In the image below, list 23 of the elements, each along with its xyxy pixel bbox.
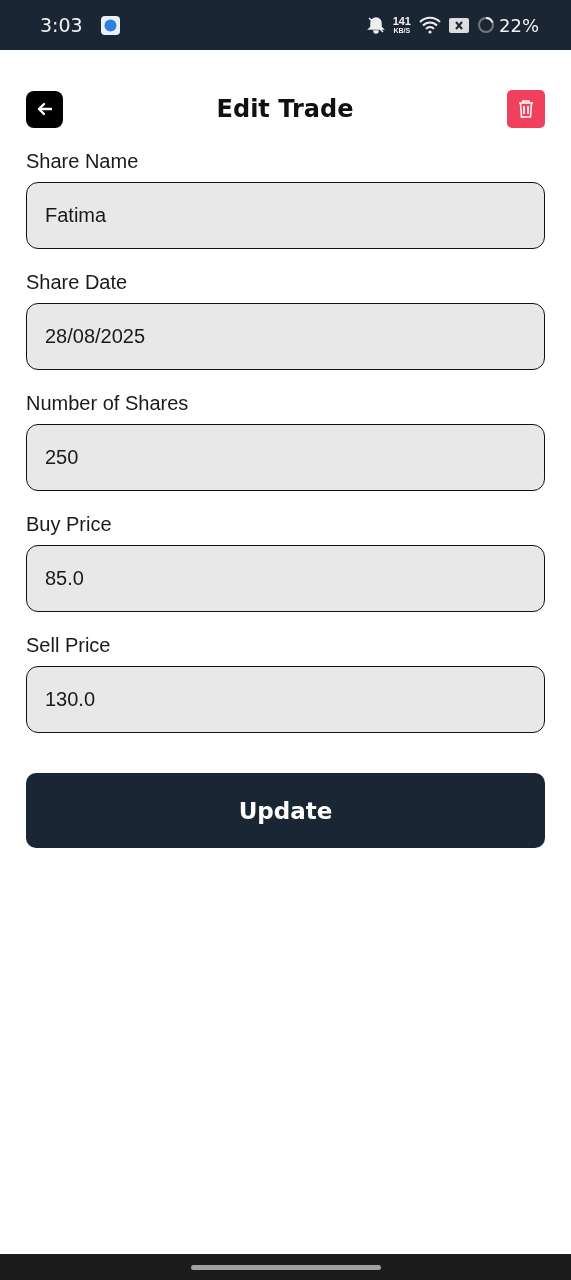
update-button[interactable]: Update bbox=[26, 773, 545, 848]
input-field[interactable]: 85.0 bbox=[26, 545, 545, 612]
back-button[interactable] bbox=[26, 90, 63, 128]
bell-off-icon bbox=[366, 16, 385, 34]
input-field[interactable]: 130.0 bbox=[26, 666, 545, 733]
app-icon bbox=[100, 15, 120, 35]
status-time: 3:03 bbox=[40, 14, 83, 36]
field-label: Sell Price bbox=[26, 634, 112, 657]
network-speed: 141 bbox=[392, 16, 411, 27]
field-label: Buy Price bbox=[26, 513, 113, 536]
home-indicator[interactable] bbox=[190, 1264, 381, 1270]
field-label: Share Name bbox=[26, 150, 140, 173]
input-field[interactable]: 28/08/2025 bbox=[26, 303, 545, 370]
battery-percent: 22% bbox=[499, 14, 539, 36]
page-title: Edit Trade bbox=[216, 95, 354, 123]
trash-icon bbox=[517, 99, 535, 119]
input-field[interactable]: 250 bbox=[26, 424, 545, 491]
delete-button[interactable] bbox=[507, 90, 545, 128]
wifi-icon bbox=[419, 16, 441, 34]
field-label: Number of Shares bbox=[26, 392, 190, 415]
field-label: Share Date bbox=[26, 271, 129, 294]
input-field[interactable]: Fatima bbox=[26, 182, 545, 249]
sim-icon bbox=[449, 17, 469, 33]
